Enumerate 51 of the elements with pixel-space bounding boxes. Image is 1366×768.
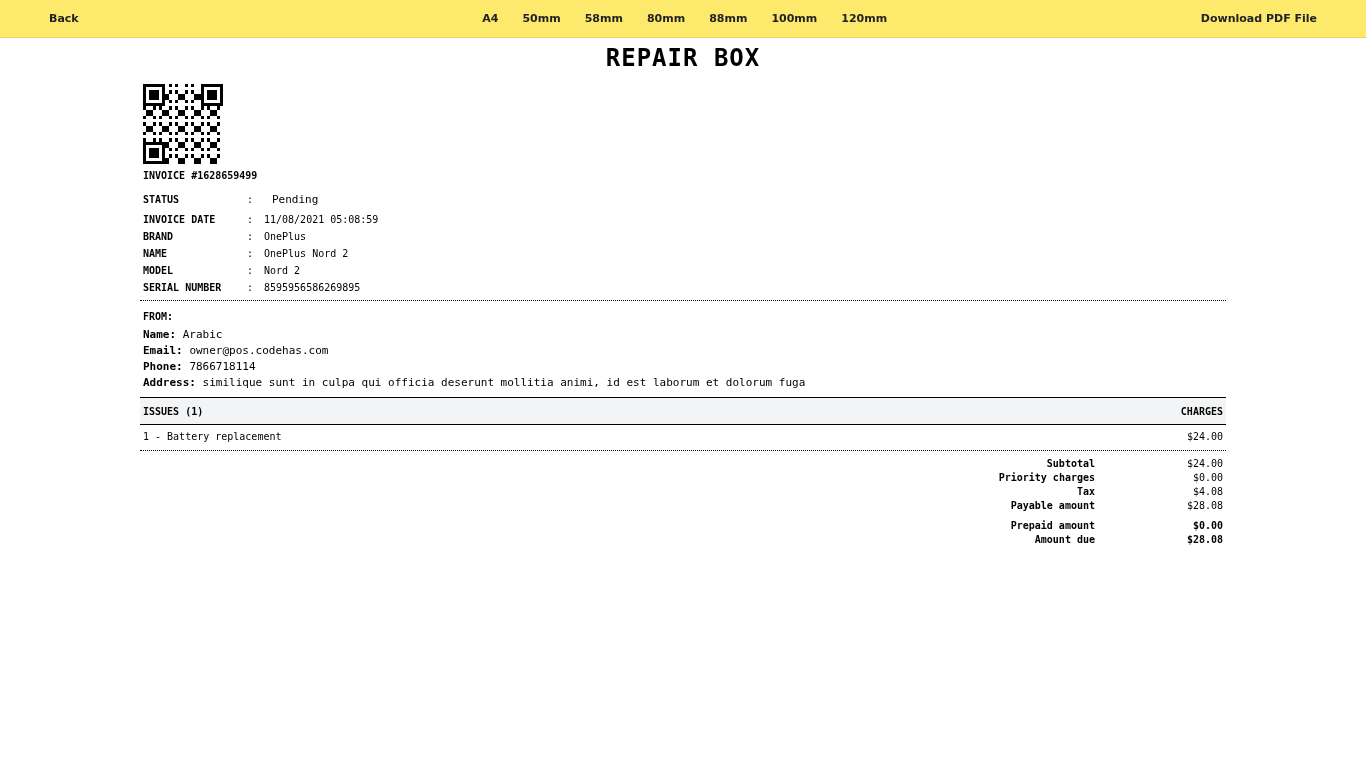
table-cell: 1 - Battery replacement	[143, 431, 282, 442]
paper-size-button[interactable]: 50mm	[522, 8, 561, 29]
paper-size-button[interactable]: 80mm	[646, 8, 686, 29]
paper-size-button[interactable]: 58mm	[584, 8, 623, 29]
field-value: 11/08/2021 05:08:59	[264, 213, 380, 227]
total-label: Payable amount	[1009, 499, 1095, 513]
field-value: 8595956586269895	[264, 281, 362, 295]
total-value: $24.00	[1185, 457, 1223, 471]
receipt-title: REPAIR BOX	[604, 44, 762, 72]
total-value: $28.08	[1185, 533, 1223, 547]
total-label: Priority charges	[998, 471, 1095, 485]
column-header: ISSUES (1)	[143, 405, 204, 417]
field-label: INVOICE DATE	[143, 213, 217, 227]
status-value: Pending	[271, 192, 320, 208]
field-label: BRAND	[143, 230, 175, 244]
field-separator: :	[247, 230, 255, 244]
total-label: Subtotal	[1045, 457, 1095, 471]
field-value: OnePlus Nord 2	[264, 247, 350, 261]
field-label: STATUS	[143, 193, 181, 207]
total-label: Amount due	[1033, 533, 1095, 547]
field-separator: :	[247, 193, 255, 207]
field-separator: :	[247, 281, 255, 295]
paper-size-button[interactable]: 100mm	[771, 8, 818, 29]
field-label: NAME	[143, 247, 169, 261]
field-label: MODEL	[143, 264, 175, 278]
back-button[interactable]: Back	[49, 8, 79, 29]
paper-size-button[interactable]: A4	[482, 8, 499, 29]
sender-detail: Email: owner@pos.codehas.com	[143, 343, 330, 359]
invoice-number: INVOICE #1628659499	[143, 170, 259, 181]
sender-detail: Name: Arabic	[143, 327, 224, 343]
field-value: OnePlus	[264, 230, 308, 244]
table-cell: $24.00	[1186, 431, 1223, 442]
total-value: $28.08	[1185, 499, 1223, 513]
field-separator: :	[247, 264, 255, 278]
total-value: $0.00	[1191, 471, 1223, 485]
qr-code-icon	[143, 84, 223, 164]
download-pdf-button[interactable]: Download PDF File	[1200, 8, 1317, 29]
sender-detail: Phone: 7866718114	[143, 359, 257, 375]
field-separator: :	[247, 247, 255, 261]
column-header: CHARGES	[1180, 405, 1223, 417]
from-heading: FROM:	[143, 310, 175, 324]
total-label: Prepaid amount	[1010, 519, 1095, 533]
paper-size-button[interactable]: 88mm	[709, 8, 748, 29]
total-value: $4.08	[1191, 485, 1223, 499]
field-label: SERIAL NUMBER	[143, 281, 223, 295]
total-label: Tax	[1075, 485, 1095, 499]
field-value: Nord 2	[264, 264, 302, 278]
total-value: $0.00	[1191, 519, 1223, 533]
sender-detail: Address: similique sunt in culpa qui officia deserunt mollitia animi, id est laborum et dolorum fuga	[143, 375, 807, 391]
field-separator: :	[247, 213, 255, 227]
paper-size-button[interactable]: 120mm	[841, 8, 888, 29]
